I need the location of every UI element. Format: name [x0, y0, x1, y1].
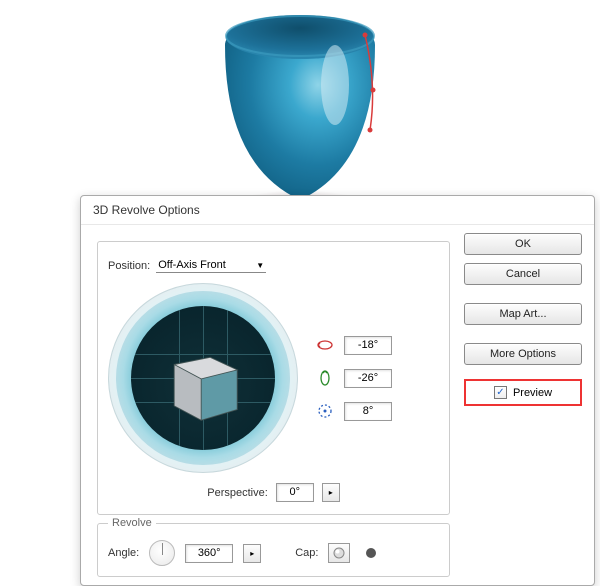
- 3d-revolve-options-dialog: 3D Revolve Options Position: Off-Axis Fr…: [80, 195, 595, 586]
- position-dropdown[interactable]: Off-Axis Front ▼: [156, 258, 266, 273]
- angle-dial[interactable]: [149, 540, 175, 566]
- rotate-z-icon: [316, 402, 334, 420]
- cancel-button[interactable]: Cancel: [464, 263, 582, 285]
- orientation-cube: [158, 338, 248, 428]
- revolve-group-label: Revolve: [108, 517, 156, 529]
- more-options-button[interactable]: More Options: [464, 343, 582, 365]
- cap-on-button[interactable]: [328, 543, 350, 563]
- perspective-input[interactable]: 0°: [276, 483, 314, 502]
- perspective-stepper[interactable]: ▸: [322, 483, 340, 502]
- preview-label: Preview: [513, 387, 552, 399]
- rotation-trackball[interactable]: [108, 283, 298, 473]
- preview-checkbox[interactable]: ✓: [494, 386, 507, 399]
- ok-button[interactable]: OK: [464, 233, 582, 255]
- map-art-button[interactable]: Map Art...: [464, 303, 582, 325]
- position-label: Position:: [108, 260, 150, 272]
- position-value: Off-Axis Front: [158, 259, 226, 271]
- revolve-angle-input[interactable]: 360°: [185, 544, 233, 563]
- chevron-down-icon: ▼: [256, 261, 264, 270]
- angle-z-input[interactable]: 8°: [344, 402, 392, 421]
- dialog-title: 3D Revolve Options: [81, 196, 594, 225]
- cap-label: Cap:: [295, 547, 318, 559]
- angle-label: Angle:: [108, 547, 139, 559]
- preview-highlight: ✓ Preview: [464, 379, 582, 406]
- perspective-label: Perspective:: [207, 487, 268, 499]
- angle-x-input[interactable]: -18°: [344, 336, 392, 355]
- angle-y-input[interactable]: -26°: [344, 369, 392, 388]
- angle-stepper[interactable]: ▸: [243, 544, 261, 563]
- rotate-x-icon: [316, 336, 334, 354]
- rotate-y-icon: [316, 369, 334, 387]
- cap-off-button[interactable]: [360, 543, 382, 563]
